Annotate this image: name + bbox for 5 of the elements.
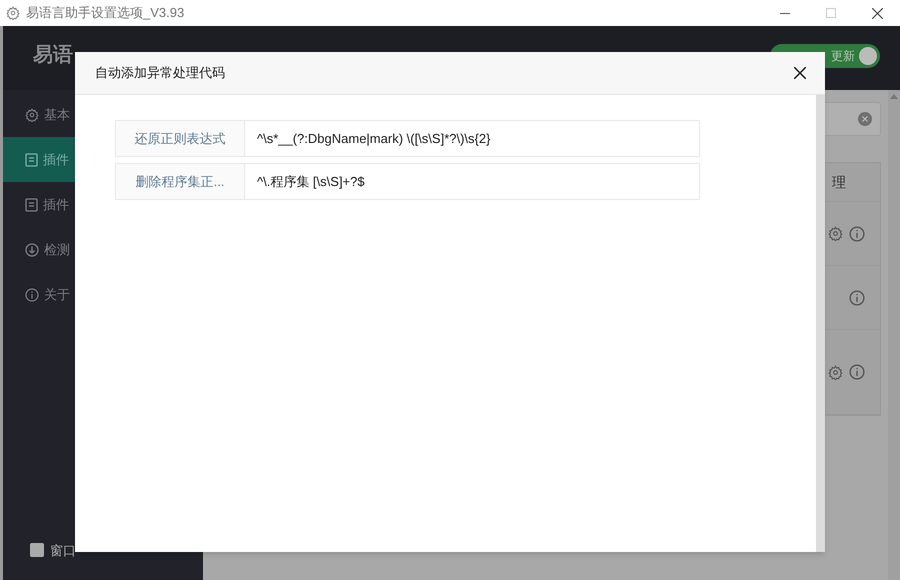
app-title: 易语 xyxy=(33,43,73,68)
checkbox-label: 窗口 xyxy=(50,542,76,560)
column-header: 理 xyxy=(832,172,846,192)
window-title: 易语言助手设置选项_V3.93 xyxy=(26,4,184,22)
dialog-title: 自动添加异常处理代码 xyxy=(95,64,225,82)
